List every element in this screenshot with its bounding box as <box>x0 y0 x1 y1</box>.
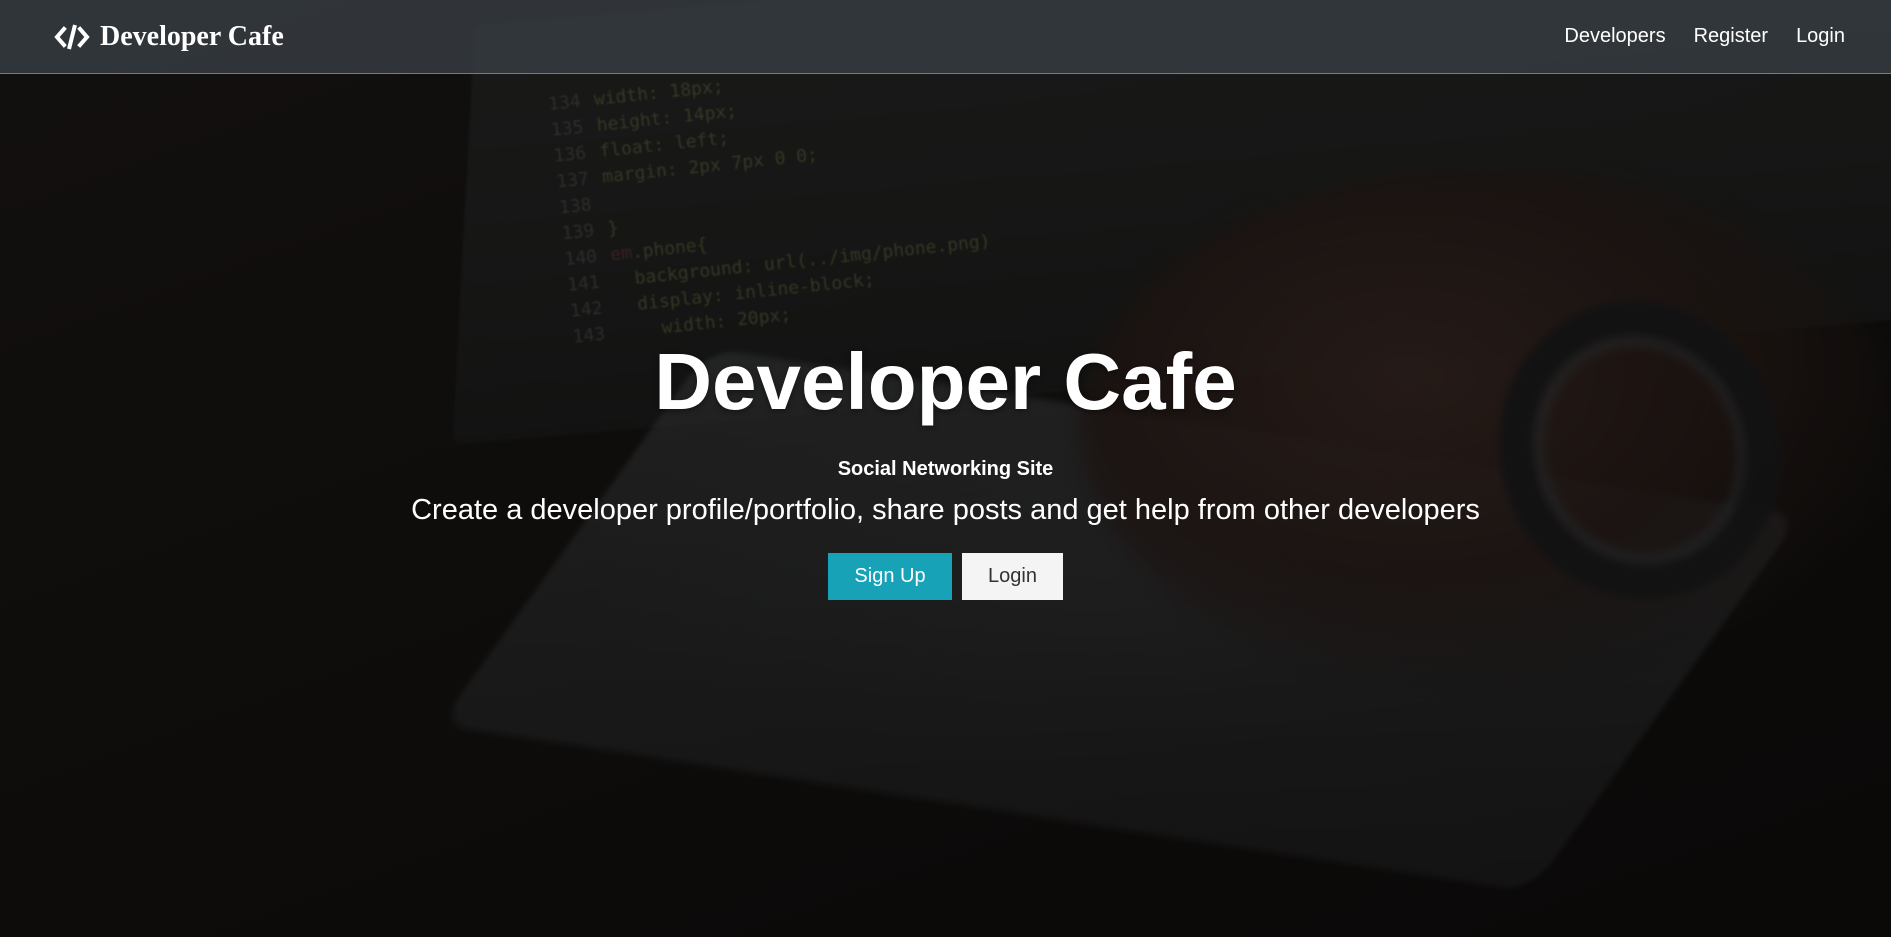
cta-buttons: Sign Up Login <box>0 553 1891 600</box>
login-button[interactable]: Login <box>962 553 1063 600</box>
code-icon <box>54 22 90 52</box>
landing-lead: Create a developer profile/portfolio, sh… <box>411 494 1480 526</box>
nav-link-register[interactable]: Register <box>1694 21 1768 52</box>
signup-button[interactable]: Sign Up <box>828 553 952 600</box>
landing-inner: Developer Cafe Social Networking Site Cr… <box>0 0 1891 937</box>
landing-title: Developer Cafe <box>654 337 1237 426</box>
nav-link-login[interactable]: Login <box>1796 21 1845 52</box>
nav-links: Developers Register Login <box>1564 21 1845 52</box>
brand-link[interactable]: Developer Cafe <box>54 21 284 53</box>
landing-subtitle: Social Networking Site <box>837 458 1054 480</box>
navbar: Developer Cafe Developers Register Login <box>0 0 1891 74</box>
nav-link-developers[interactable]: Developers <box>1564 21 1665 52</box>
brand-name: Developer Cafe <box>100 20 284 52</box>
